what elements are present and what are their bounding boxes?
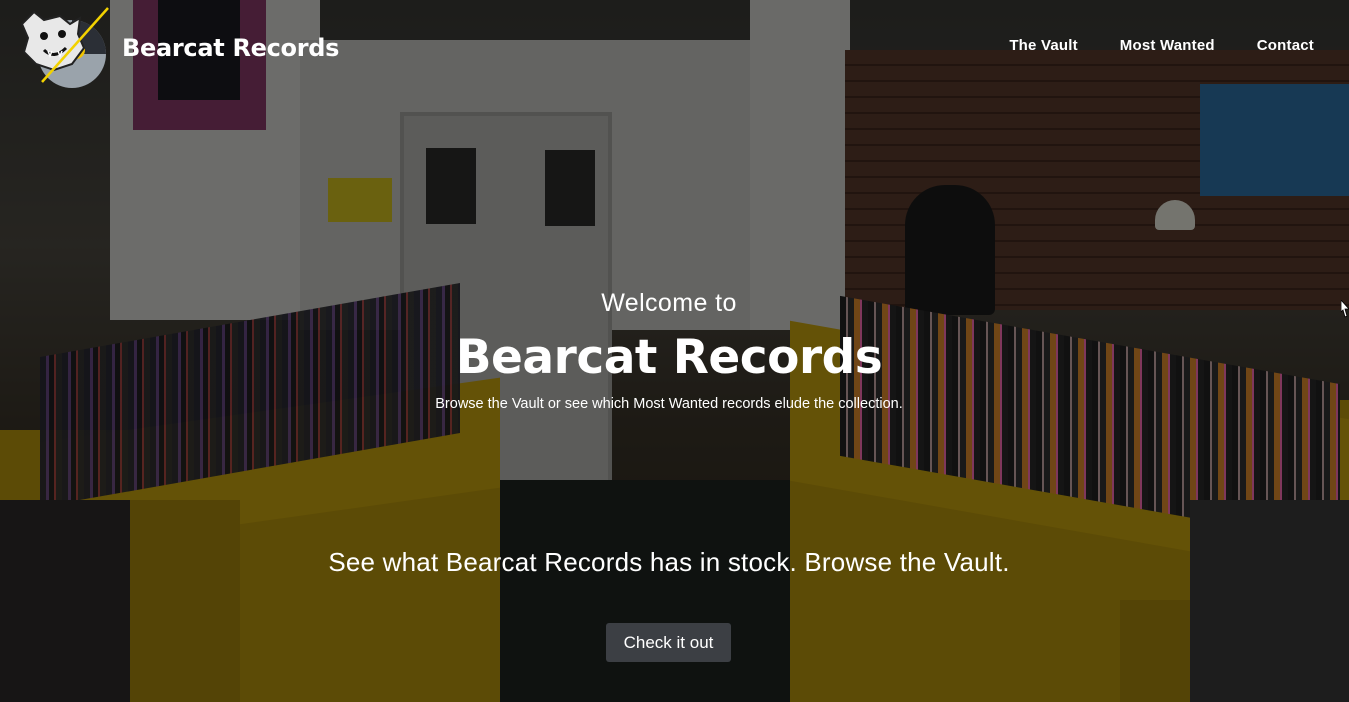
nav-the-vault[interactable]: The Vault <box>1009 37 1077 54</box>
bearcat-logo-icon <box>14 4 114 92</box>
mouse-cursor-icon <box>1340 298 1349 318</box>
brand-name: Bearcat Records <box>122 34 340 62</box>
main-nav: The Vault Most Wanted Contact <box>967 37 1314 54</box>
hero-welcome: Welcome to <box>601 289 737 317</box>
nav-most-wanted[interactable]: Most Wanted <box>1120 37 1215 54</box>
hero-subtitle: Browse the Vault or see which Most Wante… <box>435 396 903 412</box>
cta-text: See what Bearcat Records has in stock. B… <box>328 547 1010 577</box>
brand-link[interactable]: Bearcat Records <box>14 4 339 92</box>
check-it-out-button[interactable]: Check it out <box>606 623 731 662</box>
navbar: Bearcat Records The Vault Most Wanted Co… <box>0 0 1349 96</box>
hero-title: Bearcat Records <box>455 330 883 385</box>
nav-contact[interactable]: Contact <box>1257 37 1314 54</box>
